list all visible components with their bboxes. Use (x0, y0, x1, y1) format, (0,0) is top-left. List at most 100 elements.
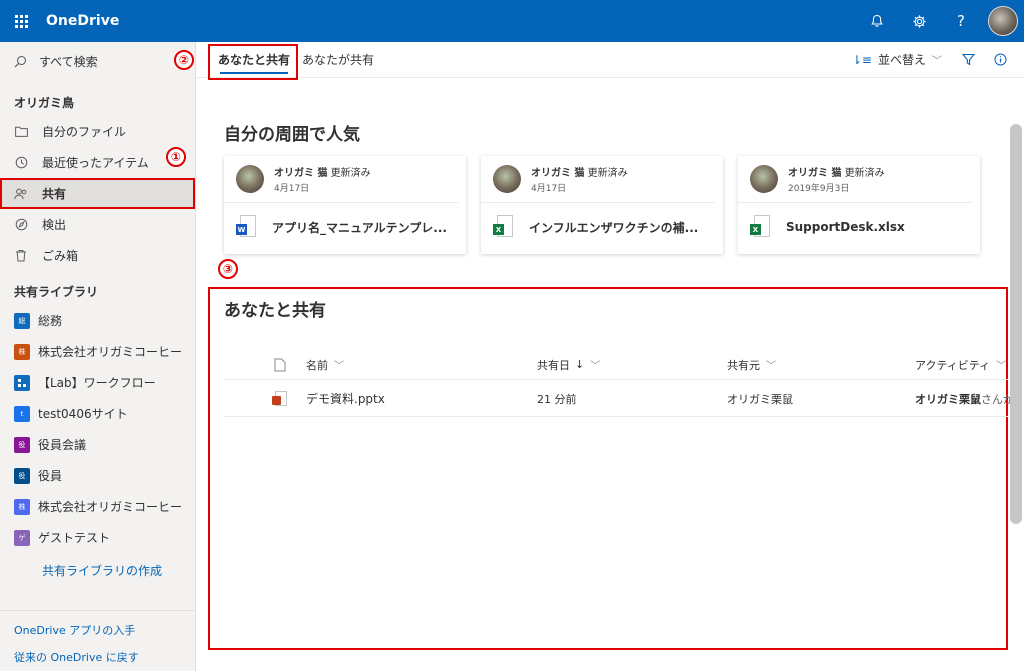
left-navigation: すべて検索 オリガミ鳥 自分のファイル 最近使ったアイテム 共有 検出 ごみ箱 … (0, 42, 196, 671)
nav-item-shared[interactable]: 共有 (0, 178, 195, 209)
annotation-1: ① (166, 147, 186, 167)
file-type-header[interactable] (274, 350, 286, 379)
file-name[interactable]: デモ資料.pptx (306, 381, 385, 416)
search-icon (14, 55, 27, 67)
library-item[interactable]: t test0406サイト (0, 398, 195, 429)
chevron-down-icon: ﹀ (932, 56, 942, 67)
get-app-link[interactable]: OneDrive アプリの入手 (0, 617, 195, 644)
search-label: すべて検索 (39, 54, 98, 69)
library-item[interactable]: 【Lab】ワークフロー (0, 367, 195, 398)
library-badge-icon: 総 (14, 312, 30, 329)
library-badge-icon: t (14, 405, 30, 422)
avatar (493, 165, 521, 193)
sort-label: 並べ替え (877, 53, 926, 67)
gear-icon (912, 14, 926, 28)
library-badge-icon: 役 (14, 467, 30, 484)
powerpoint-file-icon (272, 381, 288, 416)
library-label: 株式会社オリガミコーヒー (38, 500, 183, 514)
library-label: 役員会議 (38, 438, 87, 452)
file-icon (274, 358, 286, 371)
chevron-down-icon: ﹀ (996, 361, 1007, 372)
info-button[interactable] (984, 42, 1016, 78)
library-item[interactable]: 総 総務 (0, 305, 195, 336)
shared-by: オリガミ栗鼠 (727, 392, 793, 406)
library-badge-icon: 役 (14, 436, 30, 453)
card-user: オリガミ 猫 (531, 168, 585, 179)
list-header: 名前 ﹀ 共有日 ↓ ﹀ 共有元 ﹀ アクティビティ ﹀ (224, 350, 1008, 380)
library-item[interactable]: ゲ ゲストテスト (0, 522, 195, 553)
avatar[interactable] (988, 6, 1018, 36)
nav-item-label: 自分のファイル (42, 125, 127, 139)
column-header-shared-by[interactable]: 共有元 ﹀ (727, 350, 776, 379)
nav-item-label: ごみ箱 (42, 249, 79, 263)
card-action: 更新済み (844, 168, 885, 179)
column-label: アクティビティ (915, 358, 991, 372)
nav-item-discover[interactable]: 検出 (0, 209, 195, 240)
card-date: 2019年9月3日 (788, 184, 850, 194)
owner-title: オリガミ鳥 (14, 96, 75, 110)
libraries-title: 共有ライブラリ (14, 285, 99, 299)
nav-item-label: 検出 (42, 218, 67, 232)
popular-card[interactable]: オリガミ 猫 更新済み 4月17日 X インフルエンザワクチンの補... (481, 156, 723, 254)
card-user: オリガミ 猫 (788, 168, 842, 179)
avatar (750, 165, 778, 193)
popular-card[interactable]: オリガミ 猫 更新済み 2019年9月3日 X SupportDesk.xlsx (738, 156, 980, 254)
card-file-name: SupportDesk.xlsx (786, 220, 905, 234)
word-file-icon: W (236, 215, 258, 239)
column-header-name[interactable]: 名前 ﹀ (306, 350, 344, 379)
trash-icon (16, 250, 26, 262)
help-icon: ? (957, 12, 965, 30)
bell-icon (871, 14, 883, 27)
vertical-scrollbar[interactable] (1010, 124, 1022, 524)
tab-shared-by-you[interactable]: あなたが共有 (296, 42, 380, 78)
filter-button[interactable] (952, 42, 984, 78)
column-header-shared-date[interactable]: 共有日 ↓ ﹀ (537, 350, 600, 379)
workflow-icon (14, 374, 30, 391)
notifications-button[interactable] (856, 0, 898, 42)
filter-icon (961, 53, 975, 66)
library-label: 役員 (38, 469, 63, 483)
library-label: ゲストテスト (38, 531, 111, 545)
activity: オリガミ栗鼠 さんが (915, 381, 1014, 416)
library-item[interactable]: 株 株式会社オリガミコーヒー (0, 336, 195, 367)
column-label: 共有元 (727, 358, 760, 372)
people-icon (14, 188, 27, 199)
excel-file-icon: X (493, 215, 515, 239)
command-bar: あなたと共有 あなたが共有 ⇂≡ 並べ替え ﹀ (196, 42, 1024, 78)
column-label: 名前 (306, 358, 328, 372)
app-launcher-button[interactable] (0, 0, 42, 42)
folder-icon (14, 126, 28, 137)
library-item[interactable]: 株 株式会社オリガミコーヒー (0, 491, 195, 522)
library-item[interactable]: 役 役員会議 (0, 429, 195, 460)
nav-item-recent[interactable]: 最近使ったアイテム (0, 147, 195, 178)
card-file-name: アプリ名_マニュアルテンプレ... (272, 220, 447, 235)
avatar (236, 165, 264, 193)
shared-list-highlight-box (208, 287, 1008, 650)
classic-onedrive-link[interactable]: 従来の OneDrive に戻す (0, 644, 195, 671)
top-bar: OneDrive ? (0, 0, 1024, 42)
library-item[interactable]: 役 役員 (0, 460, 195, 491)
search-all[interactable]: すべて検索 (0, 42, 195, 80)
help-button[interactable]: ? (940, 0, 982, 42)
chevron-down-icon: ﹀ (334, 361, 344, 372)
library-label: 【Lab】ワークフロー (38, 376, 156, 390)
column-header-activity[interactable]: アクティビティ ﹀ (915, 350, 1006, 379)
sort-button[interactable]: ⇂≡ 並べ替え ﹀ (842, 51, 952, 68)
nav-item-recycle-bin[interactable]: ごみ箱 (0, 240, 195, 271)
library-label: test0406サイト (38, 407, 128, 421)
app-title[interactable]: OneDrive (46, 13, 119, 29)
excel-file-icon: X (750, 215, 772, 239)
create-library-link[interactable]: 共有ライブラリの作成 (0, 553, 195, 587)
card-action: 更新済み (587, 168, 628, 179)
tab-label: あなたが共有 (302, 53, 375, 67)
settings-button[interactable] (898, 0, 940, 42)
card-file-name: インフルエンザワクチンの補... (529, 220, 699, 235)
card-user: オリガミ 猫 (274, 168, 328, 179)
nav-item-my-files[interactable]: 自分のファイル (0, 116, 195, 147)
chevron-down-icon: ﹀ (766, 361, 776, 372)
popular-title: 自分の周囲で人気 (224, 125, 360, 145)
table-row[interactable]: デモ資料.pptx 21 分前 オリガミ栗鼠 オリガミ栗鼠 さんが (224, 381, 1014, 417)
popular-card[interactable]: オリガミ 猫 更新済み 4月17日 W アプリ名_マニュアルテンプレ... (224, 156, 466, 254)
column-label: 共有日 (537, 358, 570, 372)
library-badge-icon: 株 (14, 498, 30, 515)
